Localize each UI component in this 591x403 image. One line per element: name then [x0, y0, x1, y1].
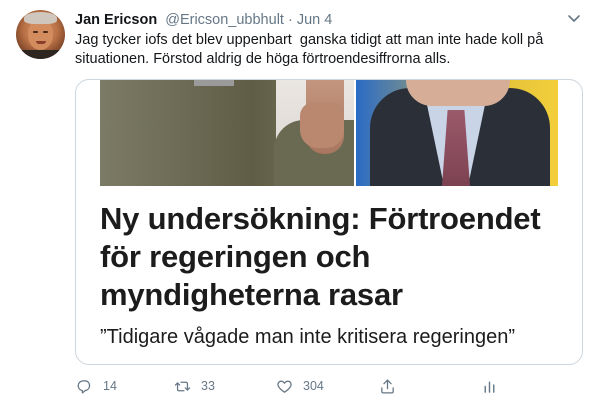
avatar-eye [43, 31, 48, 33]
card-title: Ny undersökning: Förtroendet för regerin… [100, 201, 541, 312]
share-button[interactable] [379, 374, 396, 398]
avatar[interactable] [16, 10, 65, 59]
tweet-date[interactable]: Jun 4 [297, 12, 332, 28]
card-subtitle: ”Tidigare vågade man inte kritisera rege… [100, 326, 516, 348]
like-button[interactable]: 304 [276, 374, 324, 398]
retweet-count: 33 [201, 379, 215, 393]
analytics-icon [484, 381, 495, 393]
avatar-hair [24, 12, 57, 24]
retweet-icon [174, 381, 191, 391]
photo-chin [406, 80, 510, 106]
link-card[interactable]: Ny undersökning: Förtroendet för regerin… [75, 79, 583, 365]
tweet-header: Jan Ericson @Ericson_ubbhult · Jun 4 [75, 11, 332, 30]
card-image [100, 80, 558, 186]
display-name[interactable]: Jan Ericson [75, 12, 157, 28]
analytics-button[interactable] [481, 374, 498, 398]
user-handle[interactable]: @Ericson_ubbhult [165, 12, 284, 28]
reply-count: 14 [103, 379, 117, 393]
avatar-mouth [36, 41, 46, 44]
tweet[interactable]: Jan Ericson @Ericson_ubbhult · Jun 4 Jag… [0, 0, 591, 403]
reply-button[interactable]: 14 [76, 374, 117, 398]
tweet-text: Jag tycker iofs det blev uppenbart gansk… [75, 32, 548, 67]
avatar-shirt [16, 50, 65, 59]
card-photo-right [356, 80, 558, 186]
share-icon [381, 378, 394, 394]
avatar-eye [33, 31, 38, 33]
chevron-down-icon[interactable] [567, 13, 581, 25]
avatar-face [28, 20, 53, 50]
separator: · [287, 12, 293, 28]
like-count: 304 [303, 379, 324, 393]
tweet-actions: 14 33 304 [0, 374, 591, 398]
retweet-button[interactable]: 33 [174, 374, 215, 398]
photo-hand [300, 102, 344, 148]
photo-collar [194, 80, 234, 86]
heart-icon [277, 380, 292, 393]
reply-icon [77, 379, 91, 394]
card-photo-left [100, 80, 354, 186]
